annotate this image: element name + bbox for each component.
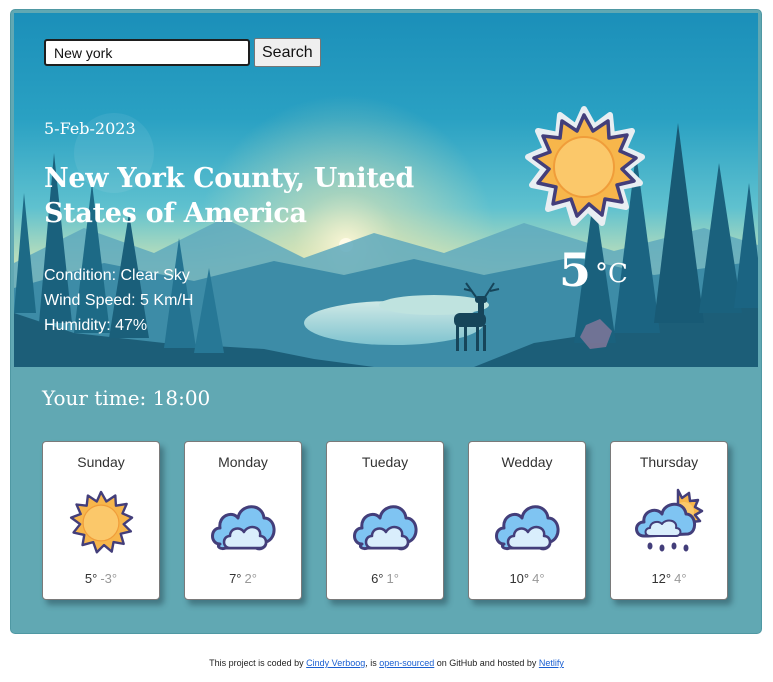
forecast-card: Wedday 10° 4° [468, 441, 586, 600]
city-name: New York County, United States of Americ… [44, 163, 414, 229]
wind-speed-text: Wind Speed: 5 Km/H [44, 292, 194, 309]
forecast-max: 6° [371, 571, 384, 586]
forecast-temps: 10° 4° [469, 571, 585, 586]
forecast-temps: 12° 4° [611, 571, 727, 586]
forecast-min: 1° [386, 571, 399, 586]
footer: This project is coded by Cindy Verboog, … [0, 658, 773, 668]
forecast-max: 12° [651, 571, 672, 586]
weather-details: Condition: Clear Sky Wind Speed: 5 Km/H … [44, 263, 193, 338]
condition-text: Condition: Clear Sky [44, 267, 190, 284]
forecast-min: 2° [244, 571, 257, 586]
forecast-min: 4° [674, 571, 687, 586]
forecast-card: Sunday 5° -3° [42, 441, 160, 600]
forecast-row: Sunday 5° -3° Monday 7° 2° Tueday 6° 1° … [42, 441, 728, 600]
hero-panel: Search 5-Feb-2023 New York County, Unite… [14, 13, 758, 367]
open-source-link[interactable]: open-sourced [379, 658, 434, 668]
cloud-icon [211, 505, 276, 551]
cloud-icon [495, 505, 560, 551]
forecast-max: 10° [509, 571, 530, 586]
forecast-day: Sunday [77, 454, 125, 470]
forecast-temps: 5° -3° [43, 571, 159, 586]
forecast-temps: 6° 1° [327, 571, 443, 586]
current-temperature: 5 °C [559, 243, 628, 297]
forecast-temps: 7° 2° [185, 571, 301, 586]
sun-cloud-rain-icon [635, 488, 704, 552]
search-button[interactable]: Search [254, 38, 321, 67]
forecast-card: Monday 7° 2° [184, 441, 302, 600]
weather-app: Search 5-Feb-2023 New York County, Unite… [11, 10, 761, 633]
footer-text: , is [365, 658, 380, 668]
current-date: 5-Feb-2023 [44, 119, 136, 138]
forecast-card: Tueday 6° 1° [326, 441, 444, 600]
your-time: Your time: 18:00 [42, 386, 211, 410]
temperature-unit: °C [595, 259, 628, 289]
forecast-day: Monday [218, 454, 268, 470]
footer-text: This project is coded by [209, 658, 307, 668]
temperature-value: 5 [559, 243, 592, 297]
footer-text: on GitHub and hosted by [434, 658, 539, 668]
search-input[interactable] [44, 39, 250, 66]
sun-icon [69, 490, 134, 554]
forecast-card: Thursday 12° 4° [610, 441, 728, 600]
forecast-min: -3° [100, 571, 118, 586]
author-link[interactable]: Cindy Verboog [306, 658, 365, 668]
humidity-text: Humidity: 47% [44, 317, 148, 334]
cloud-icon [353, 505, 418, 551]
forecast-min: 4° [532, 571, 545, 586]
sun-icon [525, 106, 645, 226]
forecast-day: Wedday [501, 454, 553, 470]
forecast-day: Tueday [361, 454, 409, 470]
host-link[interactable]: Netlify [539, 658, 564, 668]
forecast-day: Thursday [639, 454, 699, 470]
forecast-max: 7° [229, 571, 242, 586]
search-bar: Search [44, 38, 321, 67]
forecast-max: 5° [84, 571, 98, 586]
